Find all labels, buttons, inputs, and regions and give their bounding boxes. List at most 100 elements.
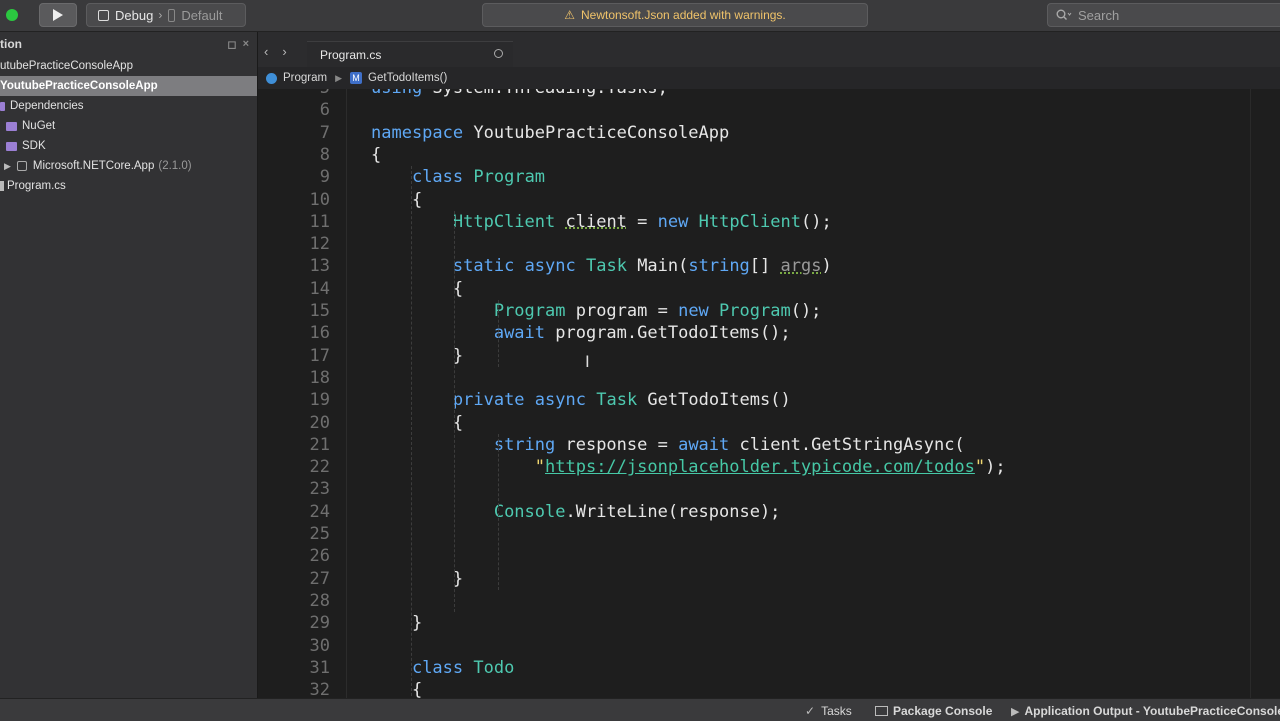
code-line[interactable]: 12 xyxy=(258,233,1248,255)
code-line[interactable]: 30 xyxy=(258,635,1248,657)
application-output-button[interactable]: ▶ Application Output - YoutubePracticeCo… xyxy=(1011,704,1280,718)
code-line[interactable]: 21 string response = await client.GetStr… xyxy=(258,434,1248,456)
code-line[interactable]: 28 xyxy=(258,590,1248,612)
code-line[interactable]: 16 await program.GetTodoItems(); xyxy=(258,322,1248,344)
code-line[interactable]: 29 } xyxy=(258,612,1248,634)
code-line[interactable]: 6 xyxy=(258,99,1248,121)
line-number: 19 xyxy=(309,390,330,411)
line-number: 24 xyxy=(309,501,330,522)
line-number: 26 xyxy=(309,546,330,567)
tree-item-netcore[interactable]: ▶ Microsoft.NETCore.App (2.1.0) xyxy=(0,156,257,176)
solution-pad-header: tion ◻ × xyxy=(0,32,257,56)
configuration-selector[interactable]: Debug › Default xyxy=(86,3,246,27)
tasks-button[interactable]: ✓ Tasks xyxy=(805,704,852,718)
code-text: string response = await client.GetString… xyxy=(493,434,965,455)
line-number: 11 xyxy=(309,211,330,232)
status-bar[interactable]: ⚠ Newtonsoft.Json added with warnings. xyxy=(482,3,868,27)
tab-close-icon[interactable] xyxy=(494,49,503,58)
line-number: 22 xyxy=(309,457,330,478)
tasks-label: Tasks xyxy=(821,704,852,718)
code-line[interactable]: 18 xyxy=(258,367,1248,389)
code-line[interactable]: 14 { xyxy=(258,278,1248,300)
pad-minimize-icon[interactable]: ◻ xyxy=(227,38,236,51)
code-editor[interactable]: 5 using System.Threading.Tasks; 67 namespac… xyxy=(258,89,1280,698)
disclosure-triangle-icon[interactable]: ▶ xyxy=(4,161,11,172)
checkmark-icon: ✓ xyxy=(805,704,816,718)
search-input[interactable]: Search xyxy=(1078,8,1119,23)
code-line[interactable]: 25 xyxy=(258,523,1248,545)
line-number: 13 xyxy=(309,256,330,277)
device-icon xyxy=(168,8,176,22)
play-icon xyxy=(53,9,63,21)
class-icon xyxy=(266,72,277,84)
line-number: 28 xyxy=(309,590,330,611)
code-text: { xyxy=(371,278,464,299)
tree-item-label: Dependencies xyxy=(10,100,84,112)
tab-program-cs[interactable]: Program.cs xyxy=(307,41,513,67)
line-number: 5 xyxy=(258,89,330,99)
device-label: Default xyxy=(181,7,223,23)
code-line[interactable]: 9 class Program xyxy=(258,166,1248,188)
indent-guide xyxy=(497,433,500,590)
chevron-right-icon: › xyxy=(158,8,163,22)
tree-item-dependencies[interactable]: Dependencies xyxy=(0,96,257,116)
code-text: Program program = new Program(); xyxy=(493,301,822,321)
pad-close-icon[interactable]: × xyxy=(243,38,249,51)
code-text: await program.GetTodoItems(); xyxy=(493,323,791,344)
code-line[interactable]: 22 "https://jsonplaceholder.typicode.com… xyxy=(258,456,1248,478)
code-line[interactable]: 10 { xyxy=(258,189,1248,211)
code-line[interactable]: 24 Console.WriteLine(response); xyxy=(258,501,1248,523)
run-button[interactable] xyxy=(39,3,77,27)
code-line[interactable]: 20 { xyxy=(258,412,1248,434)
package-console-button[interactable]: Package Console xyxy=(875,704,992,718)
tree-item-label: utubePracticeConsoleApp xyxy=(0,60,133,72)
line-number: 25 xyxy=(309,524,330,544)
tree-item-solution[interactable]: utubePracticeConsoleApp xyxy=(0,56,257,76)
folder-icon xyxy=(6,121,17,131)
package-version: (2.1.0) xyxy=(158,160,192,172)
code-line[interactable]: 27 } xyxy=(258,568,1248,590)
code-line[interactable]: 23 xyxy=(258,478,1248,500)
toolbar: Debug › Default ⚠ Newtonsoft.Json added … xyxy=(0,0,1280,32)
tree-item-sdk[interactable]: SDK xyxy=(0,136,257,156)
code-text: { xyxy=(371,412,464,433)
code-line[interactable]: 8{ xyxy=(258,144,1248,166)
code-line[interactable]: 31 class Todo xyxy=(258,657,1248,679)
tree-item-label: NuGet xyxy=(22,120,56,132)
search-icon xyxy=(1056,9,1072,21)
line-number: 8 xyxy=(319,144,330,165)
window-zoom-button[interactable] xyxy=(6,9,18,21)
line-number: 15 xyxy=(309,301,330,321)
code-line[interactable]: 32 { xyxy=(258,679,1248,698)
tree-item-program-cs[interactable]: Program.cs xyxy=(0,176,257,196)
status-text: Newtonsoft.Json added with warnings. xyxy=(580,8,786,22)
code-text: { xyxy=(371,144,382,165)
code-line[interactable]: 17 } xyxy=(258,345,1248,367)
search-box[interactable]: Search xyxy=(1047,3,1280,27)
code-line[interactable]: 7 namespace YoutubePracticeConsoleApp xyxy=(258,122,1248,144)
package-console-label: Package Console xyxy=(893,704,993,718)
code-line[interactable]: 19 private async Task GetTodoItems() xyxy=(258,389,1248,411)
back-arrow-icon[interactable]: ‹ xyxy=(264,44,268,59)
indent-guide xyxy=(497,300,500,367)
code-text: } xyxy=(371,568,464,589)
play-icon: ▶ xyxy=(1011,705,1020,718)
code-line[interactable]: 5 using System.Threading.Tasks; xyxy=(258,89,1248,99)
code-text: using System.Threading.Tasks; xyxy=(371,89,668,99)
tree-item-project[interactable]: YoutubePracticeConsoleApp xyxy=(0,76,257,96)
code-line[interactable]: 11 HttpClient client = new HttpClient(); xyxy=(258,211,1248,233)
line-number: 20 xyxy=(309,412,330,433)
forward-arrow-icon[interactable]: › xyxy=(282,44,286,59)
method-icon: M xyxy=(350,72,363,84)
code-line[interactable]: 13 static async Task Main(string[] args) xyxy=(258,255,1248,277)
code-line[interactable]: 15 Program program = new Program(); xyxy=(258,300,1248,322)
code-text: "https://jsonplaceholder.typicode.com/to… xyxy=(534,457,1006,478)
code-text: class Program xyxy=(411,167,546,188)
breadcrumb-method[interactable]: GetTodoItems() xyxy=(368,72,447,84)
tree-item-nuget[interactable]: NuGet xyxy=(0,116,257,136)
code-line[interactable]: 26 xyxy=(258,545,1248,567)
breadcrumb-class[interactable]: Program xyxy=(283,72,327,84)
line-number: 21 xyxy=(309,434,330,455)
indent-guide xyxy=(454,210,456,613)
code-text: class Todo xyxy=(411,657,515,678)
